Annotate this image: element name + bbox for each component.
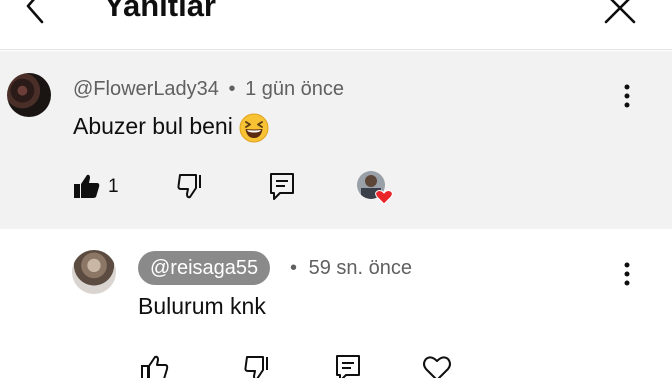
avatar[interactable] [7,73,51,117]
reply-icon[interactable] [266,170,298,202]
comment-meta: @FlowerLady34 • 1 gün önce [73,77,344,101]
reply-comment: @reisaga55 • 59 sn. önce Bulurum knk [0,229,672,378]
comment-body: Bulurum knk [138,293,266,319]
comment-author[interactable]: @FlowerLady34 [73,78,219,100]
like-icon[interactable] [70,170,102,202]
creator-heart-icon [357,171,393,205]
like-count: 1 [108,176,119,197]
page-title: Yanıtlar [104,0,216,23]
reply-icon[interactable] [332,352,364,378]
comment-time: 59 sn. önce [308,257,412,279]
comment-time: 1 gün önce [245,78,345,100]
dislike-icon[interactable] [241,352,273,378]
meta-separator: • [290,257,298,279]
like-icon[interactable] [138,352,170,378]
chevron-left-icon[interactable] [18,0,52,26]
comment-text: Abuzer bul beni [73,112,269,143]
more-options-icon[interactable] [617,82,637,110]
replies-header: Yanıtlar [0,0,672,50]
avatar[interactable] [72,250,116,294]
grinning-squinting-face-icon [239,113,269,143]
comment-body: Abuzer bul beni [73,113,233,139]
more-options-icon[interactable] [617,260,637,288]
parent-comment: @FlowerLady34 • 1 gün önce Abuzer bul be… [0,51,672,229]
comment-author-chip[interactable]: @reisaga55 [138,251,271,285]
close-icon[interactable] [600,0,640,28]
heart-icon[interactable] [421,352,453,378]
comment-meta: • 59 sn. önce [290,256,412,280]
dislike-icon[interactable] [174,170,206,202]
meta-separator: • [228,78,236,100]
